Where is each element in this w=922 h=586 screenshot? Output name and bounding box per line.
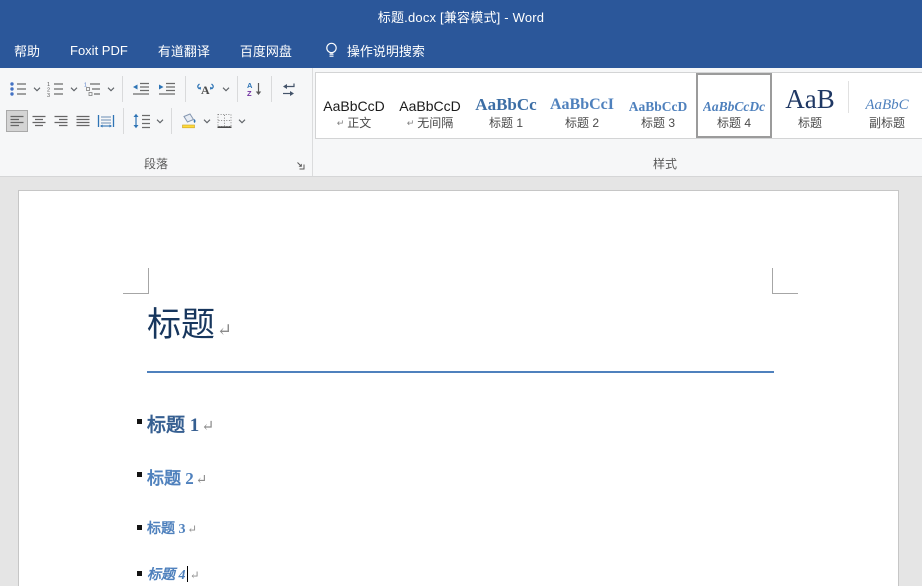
styles-group: AaBbCcD ↵正文 AaBbCcD ↵无间隔 AaBbCc 标题 1 AaB…: [313, 68, 922, 176]
paragraph-property-square: [137, 525, 142, 530]
style-item-heading4-selected[interactable]: AaBbCcDc 标题 4: [696, 73, 772, 138]
heading-text: 标题 4: [147, 568, 186, 583]
numbering-dropdown-chevron-icon[interactable]: [68, 83, 80, 96]
styles-group-label: 样式: [313, 155, 922, 172]
paragraph-row-1: 1 2 3 1: [6, 73, 312, 105]
tab-foxit-pdf[interactable]: Foxit PDF: [55, 32, 143, 68]
heading-text: 标题 3: [147, 522, 186, 537]
borders-button[interactable]: [213, 109, 236, 133]
ribbon-tab-row: 帮助 Foxit PDF 有道翻译 百度网盘 操作说明搜索: [0, 32, 922, 68]
document-canvas: 标题↵ 标题 1↵ 标题 2↵ 标题 3↵ 标题 4↵: [0, 178, 922, 586]
separator: [185, 76, 186, 102]
window-titlebar: 标题.docx [兼容模式] - Word: [0, 0, 922, 32]
separator: [122, 76, 123, 102]
asian-layout-button[interactable]: A: [191, 77, 220, 101]
paragraph-group-label: 段落: [0, 155, 312, 172]
show-hide-marks-button[interactable]: [277, 78, 300, 101]
tab-help[interactable]: 帮助: [10, 32, 55, 68]
style-item-heading3[interactable]: AaBbCcD 标题 3: [620, 73, 696, 138]
svg-text:3: 3: [47, 93, 50, 97]
paragraph-property-square: [137, 571, 142, 576]
pilcrow-mark: ↵: [201, 418, 214, 435]
justify-button[interactable]: [72, 110, 94, 132]
multilevel-dropdown-chevron-icon[interactable]: [105, 83, 117, 96]
ribbon: 1 2 3 1: [0, 68, 922, 177]
tab-baidu-netdisk[interactable]: 百度网盘: [225, 32, 307, 68]
title-bottom-border: [147, 371, 774, 373]
pilcrow-mark: ↵: [217, 320, 232, 340]
style-item-heading1[interactable]: AaBbCc 标题 1: [468, 73, 544, 138]
document-page[interactable]: 标题↵ 标题 1↵ 标题 2↵ 标题 3↵ 标题 4↵: [18, 190, 899, 586]
style-item-subtitle[interactable]: AaBbC 副标题: [849, 73, 922, 138]
doc-title-line[interactable]: 标题↵: [147, 305, 807, 351]
line-spacing-button[interactable]: [129, 109, 154, 133]
asian-layout-dropdown-chevron-icon[interactable]: [220, 83, 232, 96]
document-content: 标题↵ 标题 1↵ 标题 2↵ 标题 3↵ 标题 4↵: [147, 305, 807, 586]
pilcrow-mark: ↵: [407, 119, 415, 128]
align-center-button[interactable]: [28, 110, 50, 132]
shading-dropdown-chevron-icon[interactable]: [201, 115, 213, 128]
paragraph-group: 1 2 3 1: [0, 68, 313, 176]
line-spacing-dropdown-chevron-icon[interactable]: [154, 115, 166, 128]
paragraph-row-2: [6, 105, 312, 137]
separator: [123, 108, 124, 134]
tell-me-search[interactable]: 操作说明搜索: [307, 32, 440, 68]
separator: [271, 76, 272, 102]
paragraph-property-square: [137, 419, 142, 424]
separator: [237, 76, 238, 102]
align-right-button[interactable]: [50, 110, 72, 132]
tab-youdao-translate[interactable]: 有道翻译: [143, 32, 225, 68]
pilcrow-mark: ↵: [196, 473, 208, 488]
pilcrow-mark: ↵: [190, 570, 200, 582]
margin-crop-mark-right: [772, 268, 798, 294]
lightbulb-icon: [325, 42, 338, 59]
doc-heading-3[interactable]: 标题 3↵: [147, 519, 807, 541]
svg-text:A: A: [201, 83, 210, 97]
numbering-button[interactable]: 1 2 3: [43, 77, 68, 101]
margin-crop-mark-left: [123, 268, 149, 294]
shading-button[interactable]: [177, 109, 201, 133]
separator: [171, 108, 172, 134]
style-item-title[interactable]: AaB 标题: [772, 73, 848, 138]
paragraph-dialog-launcher-icon[interactable]: [295, 160, 305, 170]
doc-heading-1[interactable]: 标题 1↵: [147, 413, 807, 440]
heading-text: 标题 2: [147, 469, 194, 488]
decrease-indent-button[interactable]: [128, 77, 154, 101]
bullets-dropdown-chevron-icon[interactable]: [31, 83, 43, 96]
paragraph-property-square: [137, 472, 142, 477]
doc-heading-4[interactable]: 标题 4 ↵: [147, 565, 807, 586]
window-title: 标题.docx [兼容模式] - Word: [378, 7, 544, 26]
distribute-text-button[interactable]: [94, 110, 118, 132]
styles-gallery: AaBbCcD ↵正文 AaBbCcD ↵无间隔 AaBbCc 标题 1 AaB…: [315, 72, 922, 139]
doc-title-text: 标题: [147, 307, 215, 344]
doc-heading-2[interactable]: 标题 2↵: [147, 466, 807, 493]
text-cursor: [187, 566, 189, 582]
align-left-button[interactable]: [6, 110, 28, 132]
style-item-no-spacing[interactable]: AaBbCcD ↵无间隔: [392, 73, 468, 138]
bullets-button[interactable]: [6, 77, 31, 101]
tell-me-search-label: 操作说明搜索: [347, 41, 425, 60]
style-item-normal[interactable]: AaBbCcD ↵正文: [316, 73, 392, 138]
multilevel-list-button[interactable]: 1: [80, 77, 105, 101]
borders-dropdown-chevron-icon[interactable]: [236, 115, 248, 128]
pilcrow-mark: ↵: [188, 524, 198, 536]
svg-text:Z: Z: [247, 89, 252, 97]
heading-text: 标题 1: [147, 415, 199, 436]
pilcrow-mark: ↵: [337, 119, 345, 128]
style-item-heading2[interactable]: AaBbCcI 标题 2: [544, 73, 620, 138]
sort-button[interactable]: A Z: [243, 77, 266, 101]
increase-indent-button[interactable]: [154, 77, 180, 101]
